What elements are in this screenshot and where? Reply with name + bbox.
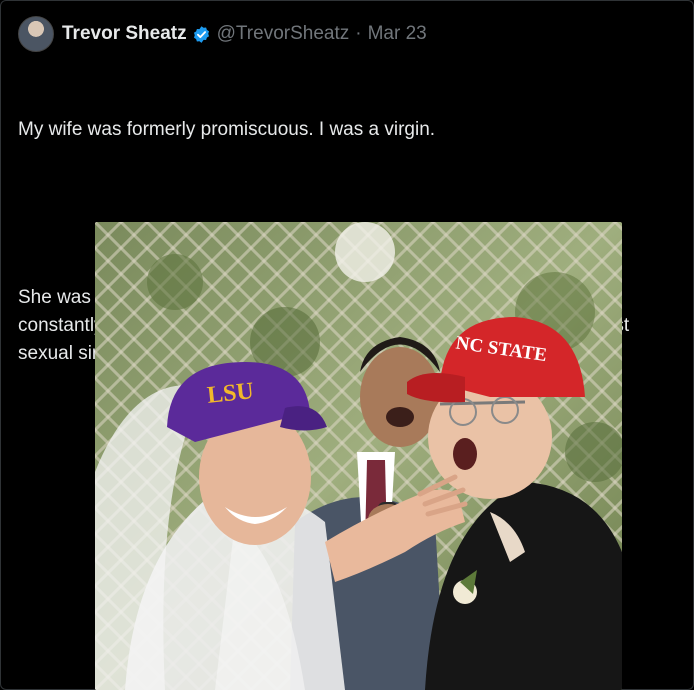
photo-illustration: LSU NC STATE <box>95 222 622 690</box>
author-name[interactable]: Trevor Sheatz <box>62 23 187 45</box>
tweet-header: Trevor Sheatz @TrevorSheatz · Mar 23 <box>18 14 427 54</box>
timestamp[interactable]: Mar 23 <box>368 23 427 45</box>
separator: · <box>355 23 362 44</box>
handle[interactable]: @TrevorSheatz <box>217 23 350 45</box>
tweet-photo[interactable]: LSU NC STATE <box>95 222 622 690</box>
tweet-paragraph: My wife was formerly promiscuous. I was … <box>18 119 436 140</box>
cap-left-text: LSU <box>206 378 255 409</box>
avatar[interactable] <box>18 16 54 52</box>
verified-badge-icon <box>193 25 209 43</box>
